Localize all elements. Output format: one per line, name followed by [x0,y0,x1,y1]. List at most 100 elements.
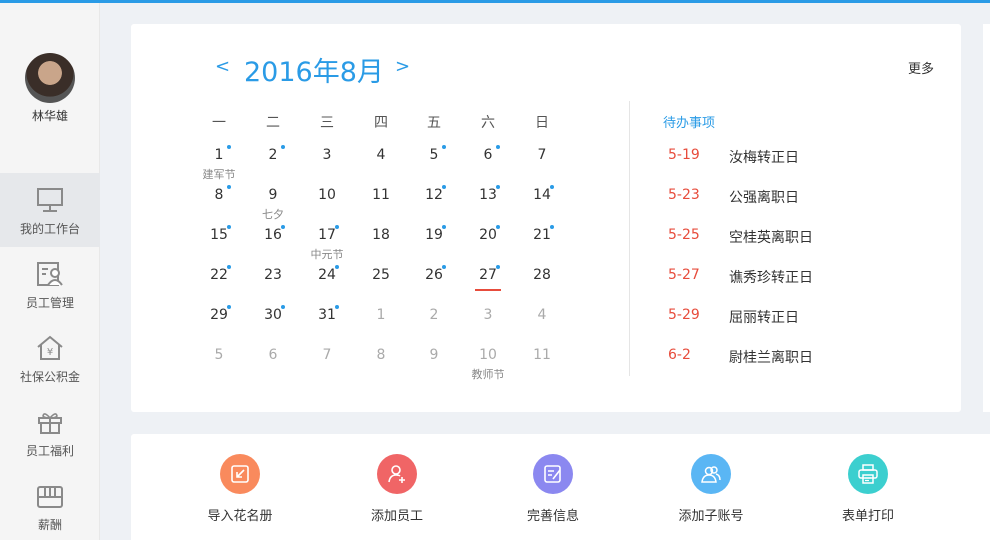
calendar-day[interactable]: 22 [199,265,239,287]
calendar-day[interactable]: 1 [361,307,401,327]
todo-item-text[interactable]: 屈丽转正日 [729,307,799,327]
calendar-day[interactable]: 6 [253,347,293,367]
house-yen-icon: ¥ [37,335,63,360]
calendar-day[interactable]: 10 [307,187,347,207]
calendar-day[interactable]: 7 [307,347,347,367]
event-dot [281,305,285,309]
todo-date: 6-2 [668,347,691,363]
sidebar-item-label: 社保公积金 [19,370,80,384]
calendar-day[interactable]: 4 [522,307,562,327]
calendar-day[interactable]: 15 [199,225,239,247]
action-label: 导入花名册 [207,509,273,524]
next-month-button[interactable]: > [395,56,410,77]
event-dot [496,225,500,229]
user-name: 林华雄 [31,109,68,123]
sidebar-item-label: 员工福利 [25,444,74,458]
calendar-day[interactable]: 14 [522,185,562,207]
event-dot [442,185,446,189]
calendar-day[interactable]: 10 [468,347,508,367]
sidebar-item-workbench[interactable]: 我的工作台 [0,173,100,247]
todo-item-text[interactable]: 公强离职日 [729,187,799,207]
calendar-day[interactable]: 4 [361,147,401,167]
calendar-day[interactable]: 24 [307,265,347,287]
calendar-day[interactable]: 20 [468,225,508,247]
calendar-day[interactable]: 5 [199,347,239,367]
event-dot [227,305,231,309]
sub-account-icon [691,454,731,494]
calendar-day[interactable]: 2 [414,307,454,327]
calendar-day[interactable]: 5 [414,145,454,167]
sidebar-item-social-security[interactable]: ¥ 社保公积金 [0,321,100,395]
calendar-day[interactable]: 8 [361,347,401,367]
todo-item-text[interactable]: 空桂英离职日 [729,227,813,247]
calendar-day[interactable]: 18 [361,227,401,247]
todo-date: 5-27 [668,267,700,283]
event-dot [227,145,231,149]
weekday-label: 二 [266,115,280,131]
wallet-icon [37,486,63,508]
sidebar-item-salary[interactable]: 薪酬 [0,469,100,540]
calendar-day[interactable]: 30 [253,305,293,327]
month-title: 2016年8月 [244,57,384,88]
sidebar-item-benefits[interactable]: 员工福利 [0,395,100,469]
calendar-day[interactable]: 11 [522,347,562,367]
calendar-card: < 2016年8月 > 更多 一二三四五六日 1 建军节 2 3 4 5 6 7 8 9 七夕 10 1… [131,24,961,412]
side-card-edge [983,24,990,412]
calendar-day[interactable]: 3 [307,147,347,167]
calendar-day[interactable]: 28 [522,267,562,287]
event-dot [496,265,500,269]
calendar-day[interactable]: 29 [199,305,239,327]
more-link[interactable]: 更多 [908,58,934,77]
event-dot [550,225,554,229]
calendar-day[interactable]: 13 [468,185,508,207]
calendar-day[interactable]: 11 [361,187,401,207]
calendar-day[interactable]: 23 [253,267,293,287]
event-dot [281,225,285,229]
todo-item-text[interactable]: 谯秀珍转正日 [729,267,813,287]
holiday-label: 教师节 [471,368,505,381]
todo-date: 5-29 [668,307,700,323]
todo-item-text[interactable]: 汝梅转正日 [729,147,799,167]
monitor-icon [37,188,63,212]
weekday-label: 四 [374,115,388,131]
calendar-day[interactable]: 6 [468,145,508,167]
calendar-day[interactable]: 9 [253,187,293,207]
todo-item-text[interactable]: 尉桂兰离职日 [729,347,813,367]
action-label: 添加子账号 [678,509,744,524]
sidebar-item-label: 我的工作台 [19,222,80,236]
calendar-day[interactable]: 26 [414,265,454,287]
todo-date: 5-23 [668,187,700,203]
calendar-day[interactable]: 17 [307,225,347,247]
calendar-day-today[interactable]: 27 [468,265,508,291]
calendar-day[interactable]: 25 [361,267,401,287]
sidebar-item-employees[interactable]: 员工管理 [0,247,100,321]
weekday-label: 五 [427,115,441,131]
calendar-day[interactable]: 7 [522,147,562,167]
svg-text:¥: ¥ [47,347,53,358]
calendar-day[interactable]: 21 [522,225,562,247]
gift-icon [38,413,62,434]
calendar-day[interactable]: 1 [199,145,239,167]
sidebar: 林华雄 我的工作台 员工管理 ¥ 社保公积金 员工福利 薪酬 [0,3,100,540]
import-icon [220,454,260,494]
todo-date: 5-19 [668,147,700,163]
holiday-label: 七夕 [262,208,284,221]
calendar-day[interactable]: 2 [253,145,293,167]
prev-month-button[interactable]: < [215,56,230,77]
avatar[interactable] [25,53,75,103]
add-user-icon [377,454,417,494]
top-accent-bar [0,0,990,3]
calendar-day[interactable]: 19 [414,225,454,247]
calendar-day[interactable]: 8 [199,185,239,207]
calendar-day[interactable]: 3 [468,307,508,327]
calendar-day[interactable]: 12 [414,185,454,207]
sidebar-item-label: 员工管理 [25,296,74,310]
calendar-day[interactable]: 31 [307,305,347,327]
todo-title: 待办事项 [663,116,716,131]
event-dot [550,185,554,189]
calendar-day[interactable]: 9 [414,347,454,367]
calendar-day[interactable]: 16 [253,225,293,247]
weekday-label: 三 [320,115,334,131]
edit-info-icon [533,454,573,494]
holiday-label: 中元节 [310,248,344,261]
